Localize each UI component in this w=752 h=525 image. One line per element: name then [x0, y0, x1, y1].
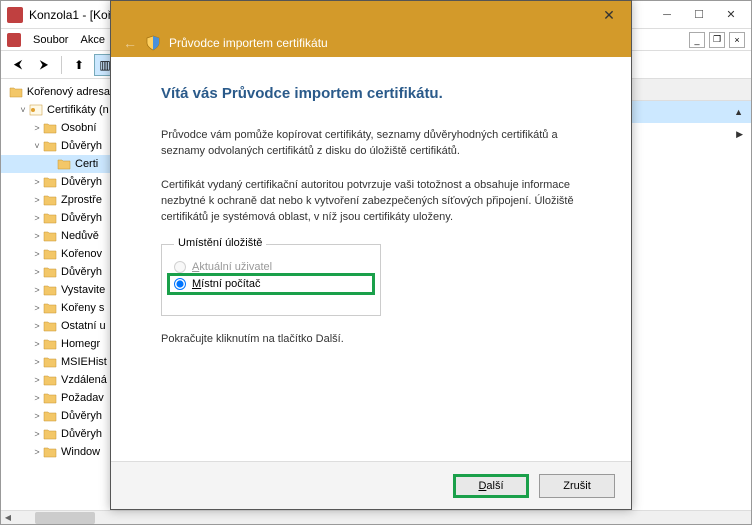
- import-wizard-dialog: ✕ ← Průvodce importem certifikátu Vítá v…: [110, 0, 632, 510]
- tree-root[interactable]: Kořenový adresa: [1, 83, 110, 101]
- tree-item[interactable]: >MSIEHist: [1, 353, 110, 371]
- scroll-left-button[interactable]: ◀: [1, 511, 15, 523]
- tree-item[interactable]: >Osobní: [1, 119, 110, 137]
- tree-item[interactable]: >Nedůvě: [1, 227, 110, 245]
- back-arrow-icon: ←: [123, 35, 137, 51]
- folder-icon: [43, 230, 57, 242]
- app-icon: [7, 7, 23, 23]
- folder-icon: [43, 140, 57, 152]
- radio-local-machine-input[interactable]: [174, 278, 186, 290]
- folder-icon: [43, 194, 57, 206]
- folder-icon: [43, 302, 57, 314]
- folder-icon: [43, 410, 57, 422]
- wizard-title: Průvodce importem certifikátu: [169, 36, 328, 50]
- forward-button[interactable]: ⮞: [33, 54, 55, 76]
- tree-item[interactable]: >Požadav: [1, 389, 110, 407]
- tree-item[interactable]: >Vzdálená: [1, 371, 110, 389]
- tree-item[interactable]: >Ostatní u: [1, 317, 110, 335]
- menu-file[interactable]: Soubor: [33, 34, 68, 46]
- horizontal-scrollbar[interactable]: ◀: [1, 510, 751, 524]
- tree-item[interactable]: >Důvěryh: [1, 173, 110, 191]
- chevron-up-icon: ▲: [734, 107, 743, 117]
- maximize-button[interactable]: ☐: [685, 5, 713, 25]
- wizard-close-button[interactable]: ✕: [595, 5, 623, 25]
- window-controls: ─ ☐ ✕: [653, 5, 745, 25]
- wizard-para-2: Certifikát vydaný certifikační autoritou…: [161, 178, 581, 226]
- cert-icon: [29, 104, 43, 116]
- wizard-para-1: Průvodce vám pomůže kopírovat certifikát…: [161, 128, 581, 160]
- up-button[interactable]: ⬆: [68, 54, 90, 76]
- tree-item[interactable]: >Důvěryh: [1, 209, 110, 227]
- wizard-para-3: Pokračujte kliknutím na tlačítko Další.: [161, 332, 581, 348]
- folder-icon: [43, 248, 57, 260]
- tree-cert-root[interactable]: ˅ Certifikáty (n: [1, 101, 110, 119]
- folder-icon: [43, 356, 57, 368]
- folder-icon: [43, 176, 57, 188]
- next-button[interactable]: Další: [453, 474, 529, 498]
- folder-icon: [43, 428, 57, 440]
- cancel-button[interactable]: Zrušit: [539, 474, 615, 498]
- radio-current-user: Aktuální uživatel: [174, 261, 368, 273]
- wizard-body: Vítá vás Průvodce importem certifikátu. …: [111, 57, 631, 461]
- store-location-fieldset: Umístění úložiště Aktuální uživatel Míst…: [161, 244, 381, 316]
- tree-item[interactable]: Certi: [1, 155, 110, 173]
- tree-item[interactable]: >Důvěryh: [1, 263, 110, 281]
- tree-item[interactable]: >Homegr: [1, 335, 110, 353]
- radio-current-user-input: [174, 261, 186, 273]
- close-button[interactable]: ✕: [717, 5, 745, 25]
- folder-icon: [43, 374, 57, 386]
- tree-panel[interactable]: Kořenový adresa ˅ Certifikáty (n >Osobní…: [1, 79, 111, 510]
- mdi-minimize-button[interactable]: _: [689, 32, 705, 48]
- folder-icon: [43, 338, 57, 350]
- wizard-heading: Vítá vás Průvodce importem certifikátu.: [161, 85, 581, 102]
- minimize-button[interactable]: ─: [653, 5, 681, 25]
- folder-icon: [43, 212, 57, 224]
- folder-icon: [43, 266, 57, 278]
- folder-icon: [43, 392, 57, 404]
- mdi-restore-button[interactable]: ❐: [709, 32, 725, 48]
- folder-icon: [43, 284, 57, 296]
- tree-item[interactable]: >Window: [1, 443, 110, 461]
- chevron-right-icon: ▶: [736, 129, 743, 140]
- fieldset-legend: Umístění úložiště: [174, 237, 266, 249]
- back-button[interactable]: ⮜: [7, 54, 29, 76]
- tree-item[interactable]: >Kořeny s: [1, 299, 110, 317]
- wizard-footer: Další Zrušit: [111, 461, 631, 509]
- folder-icon: [9, 86, 23, 98]
- folder-icon: [43, 320, 57, 332]
- tree-item[interactable]: >Vystavite: [1, 281, 110, 299]
- scroll-thumb[interactable]: [35, 512, 95, 524]
- tree-item[interactable]: >Kořenov: [1, 245, 110, 263]
- radio-local-machine[interactable]: Místní počítač: [167, 273, 375, 295]
- tree-item[interactable]: >Důvěryh: [1, 425, 110, 443]
- mdi-close-button[interactable]: ×: [729, 32, 745, 48]
- tree-item[interactable]: >Zprostře: [1, 191, 110, 209]
- tree-item[interactable]: >Důvěryh: [1, 407, 110, 425]
- folder-icon: [57, 158, 71, 170]
- wizard-titlebar: ✕: [111, 1, 631, 29]
- menu-action[interactable]: Akce: [80, 34, 104, 46]
- folder-icon: [43, 446, 57, 458]
- folder-icon: [43, 122, 57, 134]
- wizard-breadcrumb: ← Průvodce importem certifikátu: [111, 29, 631, 57]
- shield-icon: [145, 35, 161, 51]
- tree-item[interactable]: ˅Důvěryh: [1, 137, 110, 155]
- system-menu-icon[interactable]: [7, 33, 21, 47]
